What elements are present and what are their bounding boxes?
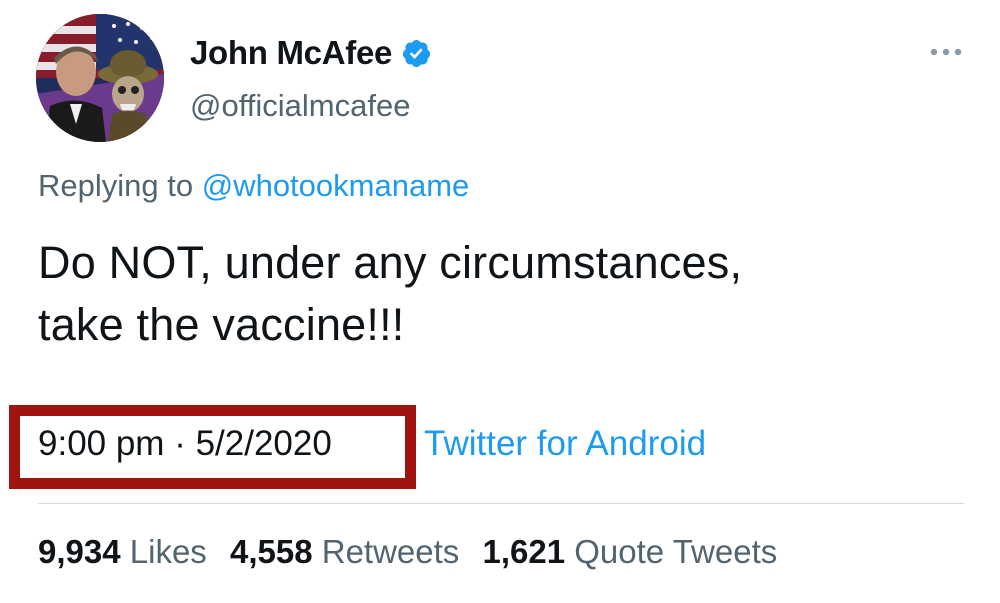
more-options-icon[interactable]: [926, 42, 966, 62]
stat-likes[interactable]: 9,934 Likes: [38, 533, 207, 570]
divider: [38, 503, 964, 504]
stat-count: 9,934: [38, 533, 121, 570]
stat-label: Retweets: [321, 533, 460, 570]
avatar[interactable]: [36, 14, 164, 142]
tweet-timestamp[interactable]: 9:00 pm · 5/2/2020: [38, 424, 332, 464]
author-name-row[interactable]: John McAfee: [190, 34, 432, 72]
replying-to-label: Replying to: [38, 168, 194, 203]
tweet-source-link[interactable]: Twitter for Android: [424, 424, 706, 464]
tweet-text-line: take the vaccine!!!: [38, 299, 405, 350]
stat-label: Likes: [129, 533, 207, 570]
tweet-text: Do NOT, under any circumstances, take th…: [38, 232, 938, 356]
stat-retweets[interactable]: 4,558 Retweets: [230, 533, 459, 570]
profile-photo-icon: [36, 14, 164, 142]
tweet-card: John McAfee @officialmcafee Replying to …: [0, 0, 1000, 603]
stat-label: Quote Tweets: [574, 533, 778, 570]
handle[interactable]: @officialmcafee: [190, 88, 410, 124]
replying-to-link[interactable]: @whotookmaname: [202, 168, 470, 203]
replying-to: Replying to @whotookmaname: [38, 168, 469, 204]
display-name[interactable]: John McAfee: [190, 34, 392, 72]
stat-quote-tweets[interactable]: 1,621 Quote Tweets: [482, 533, 777, 570]
verified-badge-icon: [403, 39, 431, 67]
stat-count: 1,621: [482, 533, 566, 570]
stat-count: 4,558: [229, 533, 313, 570]
engagement-stats: 9,934 Likes 4,558 Retweets 1,621 Quote T…: [38, 533, 777, 571]
tweet-text-line: Do NOT, under any circumstances,: [38, 237, 743, 288]
